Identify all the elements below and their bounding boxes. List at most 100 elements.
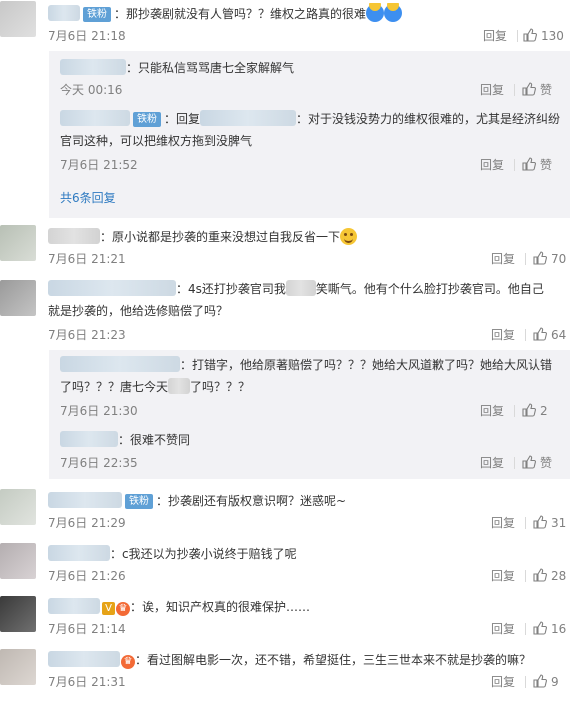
reply-text: ：打错字，他给原著赔偿了吗？？？她给大风道歉了吗？她给大风认错了吗？？？唐七今天… — [60, 356, 553, 394]
comment-meta: 7月6日 21:23 回复 64 — [48, 325, 575, 345]
username-blurred[interactable] — [200, 110, 297, 126]
avatar[interactable] — [0, 1, 36, 37]
like-count: 9 — [551, 675, 559, 689]
comment-meta: 7月6日 21:14 回复 16 — [48, 619, 575, 639]
like-count: 64 — [551, 328, 567, 342]
timestamp: 7月6日 21:26 — [48, 569, 126, 583]
timestamp: 7月6日 21:30 — [60, 404, 138, 418]
thumbs-up-icon — [533, 515, 547, 529]
timestamp: 7月6日 21:14 — [48, 622, 126, 636]
smile-emoji-icon — [340, 228, 358, 245]
thumbs-up-icon — [533, 568, 547, 582]
thumbs-up-icon — [523, 28, 537, 42]
username-blurred[interactable] — [48, 545, 110, 561]
reply-button[interactable]: 回复 — [491, 513, 515, 533]
comment-item: 铁粉 ：那抄袭剧就没有人管吗？？维权之路真的很难 7月6日 21:18 回复 13… — [0, 0, 575, 226]
avatar[interactable] — [0, 543, 36, 579]
reply-button[interactable]: 回复 — [491, 566, 515, 586]
like-button[interactable]: 赞 — [522, 80, 552, 100]
username-blurred[interactable] — [60, 431, 118, 447]
reply-button[interactable]: 回复 — [491, 619, 515, 639]
reply-button[interactable]: 回复 — [480, 401, 504, 421]
timestamp: 7月6日 21:23 — [48, 328, 126, 342]
username-blurred[interactable] — [48, 651, 120, 667]
comment-item: ：原小说都是抄袭的重来没想过自我反省一下 7月6日 21:21 回复 70 — [0, 222, 575, 272]
comment-text: ：c我还以为抄袭小说终于赔钱了呢 — [48, 543, 555, 565]
username-blurred[interactable] — [60, 59, 126, 75]
username-blurred[interactable] — [48, 228, 100, 244]
member-crown-icon: ♛ — [121, 655, 135, 669]
divider — [514, 159, 515, 171]
reply-button[interactable]: 回复 — [480, 80, 504, 100]
divider — [525, 517, 526, 529]
like-button[interactable]: 130 — [523, 26, 564, 46]
thumbs-up-icon — [533, 674, 547, 688]
like-button[interactable]: 16 — [533, 619, 566, 639]
fan-badge: 铁粉 — [83, 7, 111, 22]
reply-box: ：只能私信骂骂唐七全家解解气 今天 00:16 回复 赞 铁粉 ：回复 ：对于没钱没… — [49, 51, 570, 218]
divider — [525, 570, 526, 582]
avatar[interactable] — [0, 649, 36, 685]
hug-emoji-icon — [366, 3, 385, 22]
comment-text: 铁粉 ：那抄袭剧就没有人管吗？？维权之路真的很难 — [48, 3, 555, 25]
divider — [525, 623, 526, 635]
like-count: 28 — [551, 569, 567, 583]
comment-text: 铁粉 ：抄袭剧还有版权意识啊？迷惑呢~ — [48, 490, 555, 512]
like-button[interactable]: 31 — [533, 513, 566, 533]
timestamp: 7月6日 21:52 — [60, 158, 138, 172]
comment-meta: 7月6日 21:21 回复 70 — [48, 249, 575, 269]
like-button[interactable]: 赞 — [522, 155, 552, 175]
reply-meta: 7月6日 21:52 回复 赞 — [60, 155, 570, 175]
like-button[interactable]: 28 — [533, 566, 566, 586]
reply-button[interactable]: 回复 — [480, 453, 504, 473]
thumbs-up-icon — [522, 455, 536, 469]
username-blurred[interactable] — [60, 356, 180, 372]
like-count: 130 — [541, 29, 564, 43]
reply-text: 铁粉 ：回复 ：对于没钱没势力的维权很难的，尤其是经济纠纷官司这种，可以把维权方拖到… — [60, 110, 561, 148]
comment-meta: 7月6日 21:31 回复 9 — [48, 672, 575, 692]
reply-button[interactable]: 回复 — [491, 672, 515, 692]
comment-text: ♛ ：看过图解电影一次，还不错，希望挺住，三生三世本来不就是抄袭的嘛？ — [48, 649, 555, 671]
like-button[interactable]: 2 — [522, 401, 548, 421]
thumbs-up-icon — [522, 82, 536, 96]
reply-text: ：很难不赞同 — [60, 429, 562, 451]
username-blurred[interactable] — [48, 280, 176, 296]
reply-meta: 7月6日 21:30 回复 2 — [60, 401, 570, 421]
timestamp: 7月6日 21:18 — [48, 29, 126, 43]
username-blurred[interactable] — [48, 5, 80, 21]
like-button[interactable]: 70 — [533, 249, 566, 269]
like-button[interactable]: 64 — [533, 325, 566, 345]
timestamp: 7月6日 22:35 — [60, 456, 138, 470]
avatar[interactable] — [0, 225, 36, 261]
avatar[interactable] — [0, 489, 36, 525]
blurred-text — [285, 280, 316, 296]
reply-button[interactable]: 回复 — [491, 325, 515, 345]
comment-text: ：4s还打抄袭官司我 笑嘶气。他有个什么脸打抄袭官司。他自己就是抄袭的，他给选修赔… — [48, 280, 544, 318]
like-count: 70 — [551, 252, 567, 266]
divider — [514, 457, 515, 469]
thumbs-up-icon — [533, 327, 547, 341]
avatar[interactable] — [0, 280, 36, 316]
like-button[interactable]: 赞 — [522, 453, 552, 473]
reply-button[interactable]: 回复 — [483, 26, 507, 46]
username-blurred[interactable] — [48, 598, 100, 614]
avatar[interactable] — [0, 596, 36, 632]
reply-text: ：只能私信骂骂唐七全家解解气 — [60, 57, 562, 79]
thumbs-up-icon — [522, 157, 536, 171]
thumbs-up-icon — [533, 251, 547, 265]
reply-button[interactable]: 回复 — [491, 249, 515, 269]
reply-box: ：打错字，他给原著赔偿了吗？？？她给大风道歉了吗？她给大风认错了吗？？？唐七今天… — [49, 350, 570, 479]
hug-emoji-icon — [384, 3, 403, 22]
divider — [514, 84, 515, 96]
member-crown-icon: ♛ — [116, 602, 130, 616]
username-blurred[interactable] — [48, 492, 122, 508]
username-blurred[interactable] — [60, 110, 130, 126]
comment-item: 铁粉 ：抄袭剧还有版权意识啊？迷惑呢~ 7月6日 21:29 回复 31 — [0, 487, 575, 537]
thumbs-up-icon — [533, 621, 547, 635]
fan-badge: 铁粉 — [125, 494, 153, 509]
show-more-replies-link[interactable]: 共6条回复 — [60, 188, 116, 208]
like-button[interactable]: 9 — [533, 672, 559, 692]
like-count: 31 — [551, 516, 567, 530]
reply-button[interactable]: 回复 — [480, 155, 504, 175]
fan-badge: 铁粉 — [133, 112, 161, 127]
